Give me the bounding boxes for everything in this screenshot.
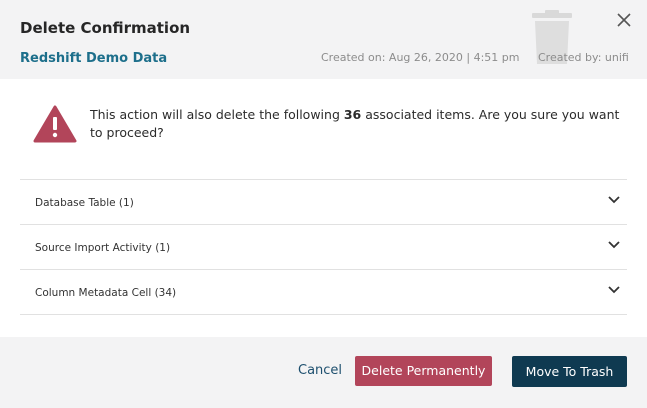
move-to-trash-button[interactable]: Move To Trash <box>512 356 627 387</box>
dialog-title: Delete Confirmation <box>20 19 191 37</box>
warning-message: This action will also delete the followi… <box>90 106 625 142</box>
item-count: 36 <box>343 107 362 122</box>
dialog-body: This action will also delete the followi… <box>0 79 647 337</box>
chevron-down-icon[interactable] <box>607 285 621 295</box>
dialog-footer: Cancel Delete Permanently Move To Trash <box>0 337 647 408</box>
created-by-text: Created by: unifi <box>538 51 629 64</box>
message-prefix: This action will also delete the followi… <box>90 107 344 122</box>
accordion-item-label: Database Table (1) <box>35 197 134 209</box>
accordion-item-label: Source Import Activity (1) <box>35 242 171 254</box>
created-on-text: Created on: Aug 26, 2020 | 4:51 pm <box>321 51 520 64</box>
dialog-header: Delete Confirmation Redshift Demo Data C… <box>0 0 647 79</box>
cancel-button[interactable]: Cancel <box>298 363 342 378</box>
accordion-item-label: Column Metadata Cell (34) <box>35 287 177 299</box>
accordion-item-database-table[interactable]: Database Table (1) <box>20 179 627 224</box>
chevron-down-icon[interactable] <box>607 195 621 205</box>
delete-permanently-button[interactable]: Delete Permanently <box>355 356 492 386</box>
delete-confirmation-dialog: Delete Confirmation Redshift Demo Data C… <box>0 0 647 408</box>
associated-items-list: Database Table (1) Source Import Activit… <box>20 179 627 315</box>
accordion-item-column-metadata-cell[interactable]: Column Metadata Cell (34) <box>20 269 627 315</box>
close-icon[interactable] <box>614 10 634 30</box>
chevron-down-icon[interactable] <box>607 240 621 250</box>
accordion-item-source-import-activity[interactable]: Source Import Activity (1) <box>20 224 627 269</box>
warning-icon <box>33 105 77 143</box>
dataset-name: Redshift Demo Data <box>20 51 168 66</box>
